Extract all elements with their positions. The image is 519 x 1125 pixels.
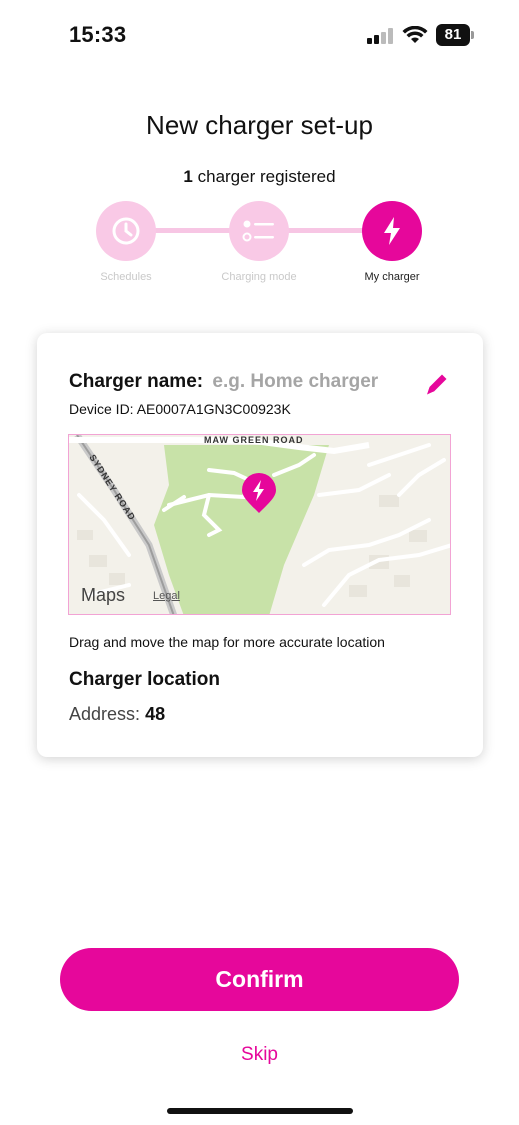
- step-connector: [150, 228, 234, 233]
- bolt-icon: [384, 217, 400, 245]
- map-legal-link[interactable]: Legal: [153, 590, 180, 602]
- battery-icon: 81: [436, 24, 474, 46]
- charger-name-input[interactable]: e.g. Home charger: [212, 371, 378, 392]
- location-map[interactable]: MAW GREEN ROAD SYDNEY ROAD Maps Legal: [68, 434, 451, 615]
- registered-count-text: 1 charger registered: [0, 167, 519, 187]
- registered-count: 1: [183, 167, 193, 186]
- confirm-button[interactable]: Confirm: [60, 948, 459, 1011]
- list-icon: [242, 220, 274, 242]
- map-hint-text: Drag and move the map for more accurate …: [69, 634, 385, 650]
- status-bar: 15:33 81: [0, 0, 519, 70]
- step-connector: [286, 228, 370, 233]
- charger-location-title: Charger location: [69, 669, 220, 690]
- skip-link[interactable]: Skip: [0, 1044, 519, 1066]
- home-indicator: [167, 1108, 353, 1114]
- charger-name-label: Charger name:: [69, 371, 204, 392]
- page-title: New charger set-up: [146, 110, 373, 140]
- address-row: Address: 48: [69, 704, 165, 725]
- wifi-icon: [402, 26, 428, 43]
- map-road-label-maw-green: MAW GREEN ROAD: [204, 435, 304, 445]
- step-schedules[interactable]: [96, 201, 156, 261]
- address-label: Address:: [69, 704, 141, 724]
- step-label-schedules: Schedules: [100, 271, 152, 283]
- registered-label: charger registered: [197, 167, 336, 186]
- status-time: 15:33: [69, 22, 127, 47]
- apple-maps-logo: Maps: [81, 585, 126, 605]
- step-charging-mode[interactable]: [229, 201, 289, 261]
- pencil-edit-icon[interactable]: [424, 371, 450, 397]
- cellular-signal-icon: [367, 28, 393, 44]
- step-label-my-charger: My charger: [364, 271, 420, 283]
- step-label-charging-mode: Charging mode: [221, 271, 297, 283]
- address-value: 48: [145, 704, 166, 724]
- device-id: Device ID: AE0007A1GN3C00923K: [69, 401, 291, 417]
- setup-stepper: Schedules Charging mode My charger: [0, 196, 519, 296]
- charger-name-row: Charger name: e.g. Home charger: [69, 371, 378, 393]
- charger-details-card: Charger name: e.g. Home charger Device I…: [37, 333, 483, 757]
- step-my-charger[interactable]: [362, 201, 422, 261]
- battery-level: 81: [436, 24, 470, 46]
- clock-icon: [112, 217, 140, 245]
- map-tiles: MAW GREEN ROAD SYDNEY ROAD: [69, 435, 450, 614]
